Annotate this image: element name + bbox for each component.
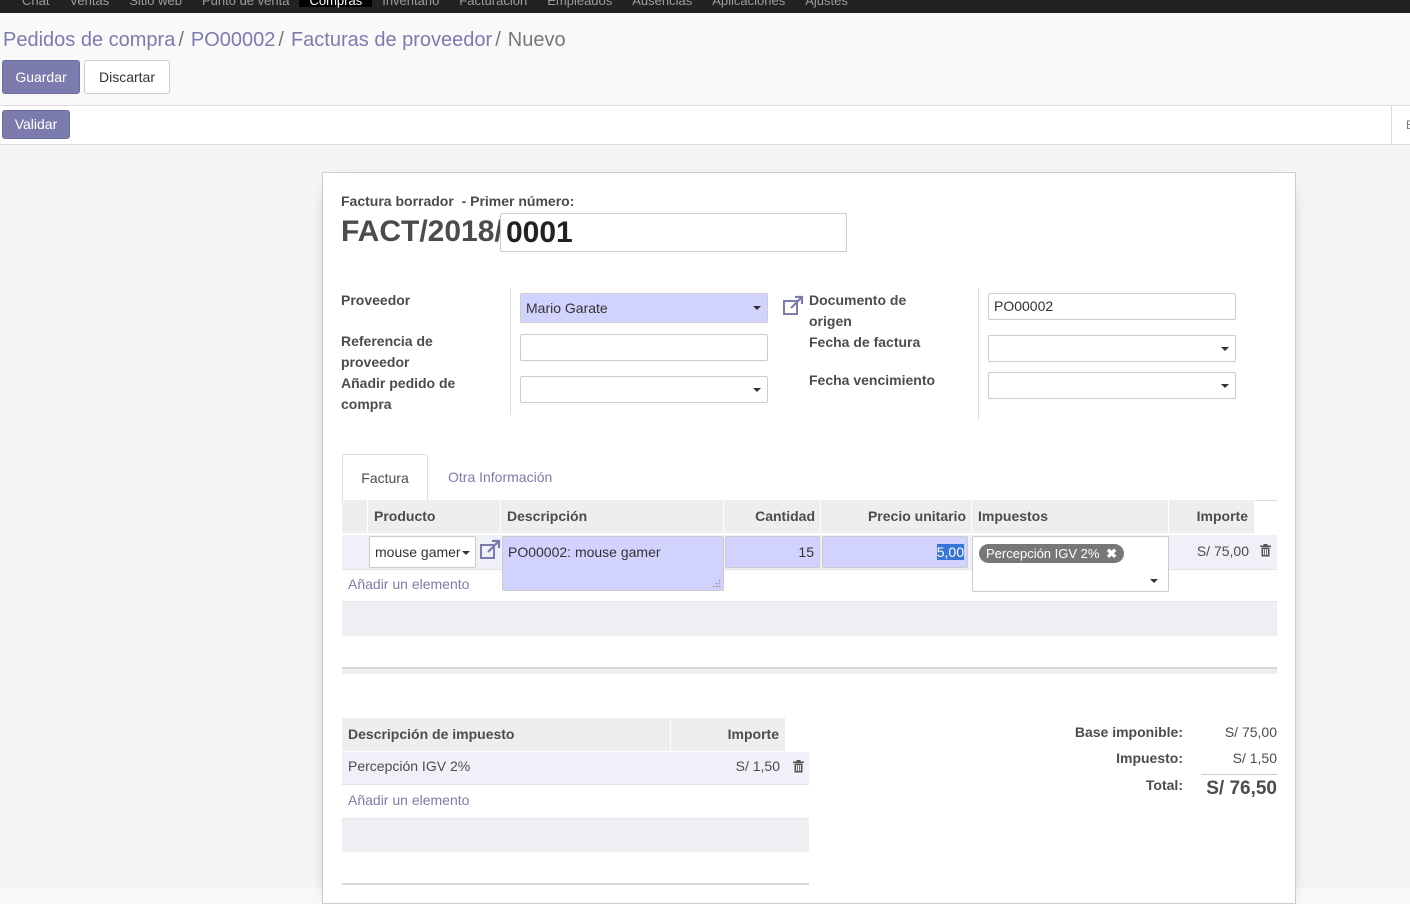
add-tax-line-link[interactable]: Añadir un elemento bbox=[348, 792, 469, 808]
vendor-select[interactable]: Mario Garate bbox=[520, 293, 768, 323]
status-bar: Validar B bbox=[0, 106, 1410, 145]
product-value: mouse gamer bbox=[375, 544, 461, 560]
notebook-tabs: Factura Otra Información bbox=[342, 454, 1277, 501]
breadcrumb-current: Nuevo bbox=[507, 29, 566, 51]
column-header-product[interactable]: Producto bbox=[368, 500, 501, 533]
tax-amount-value: S/ 1,50 bbox=[1232, 750, 1277, 766]
tax-table-footer-line bbox=[342, 883, 809, 885]
empty-row bbox=[342, 601, 1277, 636]
breadcrumb-item-purchase-orders[interactable]: Pedidos de compra bbox=[3, 29, 175, 51]
top-app-menu: Chat Ventas Sitio web Punto de venta Compras… bbox=[0, 0, 1410, 13]
handle-column-header bbox=[342, 500, 368, 533]
description-value: PO00002: mouse gamer bbox=[508, 544, 661, 560]
total-label: Total: bbox=[1145, 777, 1183, 793]
tax-amount-label: Impuesto: bbox=[1116, 750, 1183, 766]
tax-row-description: Percepción IGV 2% bbox=[348, 758, 471, 774]
quantity-input[interactable]: 15 bbox=[725, 536, 820, 568]
chevron-down-icon bbox=[753, 388, 761, 392]
description-textarea[interactable]: PO00002: mouse gamer bbox=[502, 536, 724, 591]
invoice-number-field[interactable]: 0001 bbox=[500, 213, 847, 252]
form-sheet: Factura borrador - Primer número: FACT/2… bbox=[322, 172, 1296, 904]
tax-empty-row bbox=[342, 818, 809, 852]
column-header-quantity[interactable]: Cantidad bbox=[724, 500, 821, 533]
invoice-prefix: FACT/2018/ bbox=[341, 215, 503, 248]
discard-button[interactable]: Discartar bbox=[84, 60, 170, 94]
top-menu-item[interactable]: Inventario bbox=[372, 0, 449, 7]
product-select[interactable]: mouse gamer bbox=[369, 536, 476, 568]
external-link-icon[interactable] bbox=[782, 295, 804, 317]
chevron-down-icon bbox=[1221, 384, 1229, 388]
group-divider bbox=[978, 288, 979, 420]
status-stage[interactable]: B bbox=[1391, 106, 1410, 144]
due-date-label: Fecha vencimiento bbox=[809, 372, 936, 388]
column-header-unit-price[interactable]: Precio unitario bbox=[821, 500, 972, 533]
top-menu-item[interactable]: Ausencias bbox=[622, 0, 702, 7]
tab-other-info[interactable]: Otra Información bbox=[448, 454, 552, 500]
group-divider bbox=[510, 288, 511, 415]
due-date-input[interactable] bbox=[988, 372, 1236, 399]
invoice-header-label: Factura borrador - Primer número: bbox=[341, 193, 575, 209]
breadcrumb-separator: / bbox=[178, 29, 184, 51]
vendor-reference-label: Referencia de proveedor bbox=[341, 333, 433, 370]
column-header-amount[interactable]: Importe bbox=[1169, 500, 1255, 533]
validate-button[interactable]: Validar bbox=[2, 110, 70, 139]
unit-price-value: 5,00 bbox=[936, 544, 964, 560]
invoice-date-input[interactable] bbox=[988, 335, 1236, 362]
trash-icon[interactable] bbox=[1260, 544, 1271, 557]
base-amount-label: Base imponible: bbox=[1074, 724, 1183, 740]
external-link-icon[interactable] bbox=[479, 539, 501, 561]
column-header-description[interactable]: Descripción bbox=[501, 500, 724, 533]
top-menu-item[interactable]: Ajustes bbox=[795, 0, 858, 7]
add-purchase-order-label: Añadir pedido de compra bbox=[341, 375, 456, 412]
source-document-input[interactable]: PO00002 bbox=[988, 293, 1236, 320]
top-menu-item[interactable]: Facturación bbox=[449, 0, 537, 7]
tab-invoice[interactable]: Factura bbox=[342, 454, 428, 501]
taxes-many2many-field[interactable]: Percepción IGV 2% ✖ bbox=[972, 536, 1169, 592]
breadcrumb-separator: / bbox=[495, 29, 501, 51]
totals-divider bbox=[1201, 774, 1277, 775]
resize-handle-icon[interactable] bbox=[712, 579, 721, 588]
column-header-taxes[interactable]: Impuestos bbox=[972, 500, 1169, 533]
add-purchase-order-select[interactable] bbox=[520, 376, 768, 403]
chevron-down-icon bbox=[753, 306, 761, 310]
top-menu-item[interactable]: Punto de venta bbox=[192, 0, 299, 7]
add-invoice-line-link[interactable]: Añadir un elemento bbox=[348, 576, 469, 592]
tax-row-amount: S/ 1,50 bbox=[735, 758, 780, 774]
tax-tag-label: Percepción IGV 2% bbox=[986, 546, 1100, 561]
top-menu-item[interactable]: Empleados bbox=[537, 0, 622, 7]
top-menu-item[interactable]: Compras bbox=[299, 0, 373, 7]
remove-tag-icon[interactable]: ✖ bbox=[1106, 546, 1117, 561]
vendor-label: Proveedor bbox=[341, 292, 411, 308]
top-menu-item[interactable]: Sitio web bbox=[119, 0, 192, 7]
breadcrumb: Pedidos de compra / PO00002/Facturas de pr… bbox=[3, 29, 566, 52]
top-menu-item[interactable]: Chat bbox=[12, 0, 59, 7]
unit-price-input[interactable]: 5,00 bbox=[822, 536, 968, 568]
tax-tag[interactable]: Percepción IGV 2% ✖ bbox=[979, 544, 1124, 563]
source-document-label: Documento de origen bbox=[809, 292, 907, 329]
column-header-tax-description[interactable]: Descripción de impuesto bbox=[342, 718, 671, 751]
table-footer-line bbox=[342, 667, 1277, 674]
control-panel: Pedidos de compra / PO00002/Facturas de pr… bbox=[0, 13, 1410, 106]
line-amount: S/ 75,00 bbox=[1196, 543, 1249, 559]
top-menu-item[interactable]: Aplicaciones bbox=[702, 0, 795, 7]
breadcrumb-item-vendor-bills[interactable]: Facturas de proveedor bbox=[291, 29, 492, 51]
chevron-down-icon bbox=[1221, 347, 1229, 351]
tax-table-header: Descripción de impuesto Importe bbox=[342, 718, 786, 751]
total-value: S/ 76,50 bbox=[1206, 778, 1277, 799]
vendor-reference-input[interactable] bbox=[520, 334, 768, 361]
trash-icon[interactable] bbox=[793, 760, 804, 773]
chevron-down-icon bbox=[462, 551, 470, 555]
vendor-value: Mario Garate bbox=[526, 300, 608, 316]
top-menu-items: Chat Ventas Sitio web Punto de venta Compras… bbox=[12, 0, 858, 7]
base-amount-value: S/ 75,00 bbox=[1224, 724, 1277, 740]
chevron-down-icon bbox=[1150, 579, 1158, 583]
column-header-tax-amount[interactable]: Importe bbox=[671, 718, 786, 751]
invoice-lines-header: Producto Descripción Cantidad Precio uni… bbox=[342, 500, 1277, 534]
save-button[interactable]: Guardar bbox=[2, 60, 80, 94]
invoice-date-label: Fecha de factura bbox=[809, 334, 921, 350]
breadcrumb-separator: / bbox=[278, 29, 284, 51]
top-menu-item[interactable]: Ventas bbox=[59, 0, 119, 7]
breadcrumb-item-po[interactable]: PO00002 bbox=[191, 29, 276, 51]
